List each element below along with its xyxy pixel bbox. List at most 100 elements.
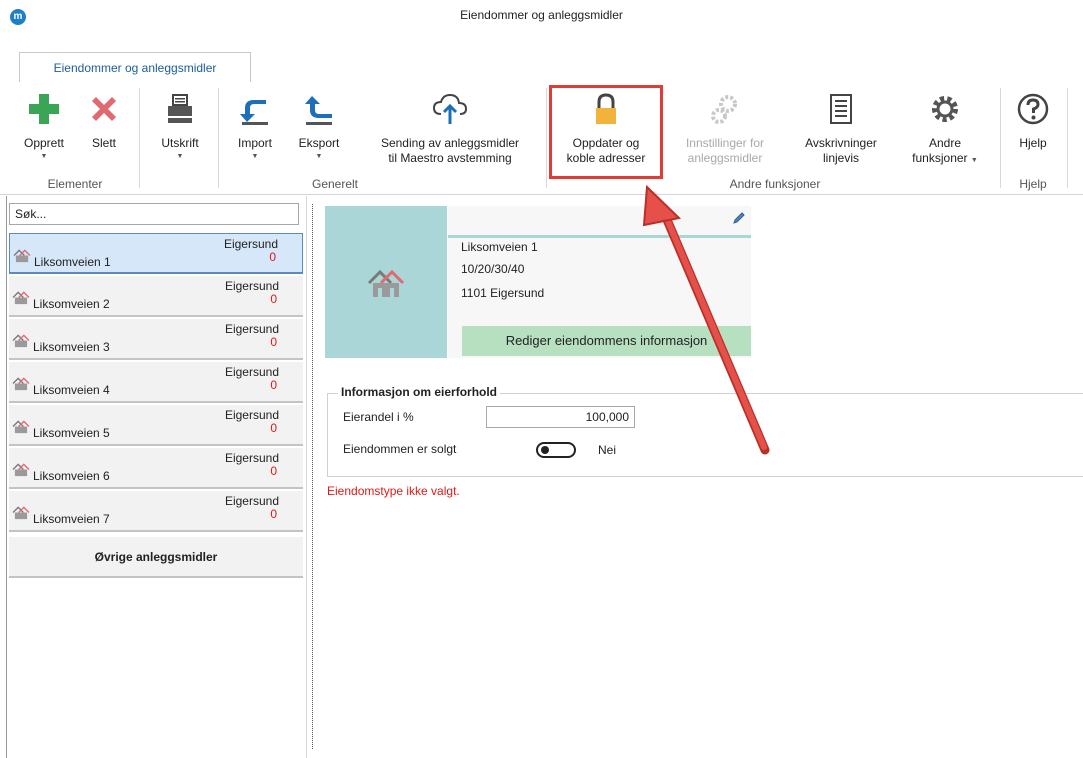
list-item[interactable]: Eigersund 0 Liksomveien 3 <box>9 319 303 360</box>
list-item-count: 0 <box>270 421 277 435</box>
annotation-arrow-icon <box>642 185 770 455</box>
innstillinger-label-line2: anleggsmidler <box>687 151 763 165</box>
sending-label-line2: til Maestro avstemming <box>388 151 512 165</box>
list-item-name: Liksomveien 4 <box>33 383 110 397</box>
slett-button[interactable]: Slett <box>82 92 126 151</box>
opprett-dropdown-arrow: ▼ <box>40 153 48 160</box>
group-hjelp: Hjelp <box>1019 177 1047 191</box>
list-item-count: 0 <box>270 464 277 478</box>
list-item-name: Liksomveien 1 <box>34 255 111 269</box>
tab-eiendommer[interactable]: Eiendommer og anleggsmidler <box>19 52 251 84</box>
list-item-name: Liksomveien 2 <box>33 297 110 311</box>
other-assets-item[interactable]: Øvrige anleggsmidler <box>9 537 303 578</box>
andre-label-line2: funksjoner ▼ <box>898 151 992 168</box>
list-item-count: 0 <box>270 507 277 521</box>
innstillinger-label-line1: Innstillinger for <box>685 136 765 150</box>
plus-icon <box>29 94 59 124</box>
highlight-box <box>549 85 663 179</box>
list-item-name: Liksomveien 7 <box>33 512 110 526</box>
search-input[interactable] <box>9 203 299 225</box>
slett-label: Slett <box>91 136 116 150</box>
house-icon <box>11 333 31 352</box>
list-item-city: Eigersund <box>223 237 278 251</box>
import-arrow-icon <box>240 100 268 125</box>
list-item[interactable]: Eigersund 0 Liksomveien 7 <box>9 491 303 532</box>
address-line3: 1101 Eigersund <box>461 286 545 300</box>
utskrift-button[interactable]: Utskrift ▼ <box>152 92 208 162</box>
delete-x-icon <box>92 97 116 121</box>
andre-label-line2-text: funksjoner <box>912 151 968 165</box>
sold-value: Nei <box>598 443 617 457</box>
avskrivninger-label-line1: Avskrivninger <box>805 136 877 150</box>
ownership-share-input[interactable]: 100,000 <box>486 406 635 428</box>
eksport-label: Eksport <box>298 136 340 150</box>
ribbon-separator <box>139 88 140 188</box>
house-icon <box>11 376 31 395</box>
printer-icon <box>168 94 192 123</box>
list-item[interactable]: Eigersund 0 Liksomveien 4 <box>9 362 303 403</box>
eksport-button[interactable]: Eksport ▼ <box>292 92 346 162</box>
hjelp-label: Hjelp <box>1019 136 1047 150</box>
group-generelt: Generelt <box>311 177 359 191</box>
cloud-upload-icon <box>432 93 468 124</box>
help-question-icon <box>1017 93 1049 125</box>
sold-label: Eiendommen er solgt <box>343 442 457 456</box>
house-icon <box>11 462 31 481</box>
innstillinger-button[interactable]: Innstillinger for anleggsmidler <box>670 92 780 166</box>
toggle-knob <box>541 446 549 454</box>
ribbon-separator <box>1067 88 1068 188</box>
document-lines-icon <box>830 94 852 124</box>
opprett-button[interactable]: Opprett ▼ <box>16 92 72 162</box>
list-item-name: Liksomveien 5 <box>33 426 110 440</box>
house-icon <box>12 248 32 267</box>
ownership-share-label: Eierandel i % <box>343 410 414 424</box>
avskrivninger-label-line2: linjevis <box>822 151 859 165</box>
address-line2: 10/20/30/40 <box>461 262 525 276</box>
andre-label-line1: Andre <box>928 136 962 150</box>
list-item-city: Eigersund <box>224 365 279 379</box>
export-arrow-icon <box>305 96 332 125</box>
utskrift-dropdown-arrow: ▼ <box>176 153 184 160</box>
ribbon-separator <box>1000 88 1001 188</box>
import-label: Import <box>237 136 272 150</box>
sending-button[interactable]: Sending av anleggsmidler til Maestro avs… <box>360 92 540 166</box>
hjelp-button[interactable]: Hjelp <box>1008 92 1058 151</box>
list-item-city: Eigersund <box>224 494 279 508</box>
window-title: Eiendommer og anleggsmidler <box>460 8 623 22</box>
house-icon <box>367 269 405 297</box>
splitter[interactable] <box>312 204 313 749</box>
ribbon-separator <box>218 88 219 188</box>
list-item-city: Eigersund <box>224 451 279 465</box>
list-item[interactable]: Eigersund 0 Liksomveien 2 <box>9 276 303 317</box>
list-item-name: Liksomveien 6 <box>33 469 110 483</box>
ownership-legend: Informasjon om eierforhold <box>338 385 501 399</box>
property-image <box>325 206 447 358</box>
andre-funksjoner-button[interactable]: Andre funksjoner ▼ <box>898 92 992 168</box>
list-item-count: 0 <box>269 250 276 264</box>
list-item-count: 0 <box>270 292 277 306</box>
list-item-name: Liksomveien 3 <box>33 340 110 354</box>
error-message: Eiendomstype ikke valgt. <box>327 484 460 498</box>
list-item[interactable]: Eigersund 0 Liksomveien 6 <box>9 448 303 489</box>
list-item-city: Eigersund <box>224 279 279 293</box>
house-icon <box>11 290 31 309</box>
list-item[interactable]: Eigersund 0 Liksomveien 1 <box>9 233 303 274</box>
house-icon <box>11 419 31 438</box>
group-elementer: Elementer <box>47 177 103 191</box>
eksport-dropdown-arrow: ▼ <box>315 153 323 160</box>
sold-toggle[interactable] <box>536 442 576 458</box>
import-dropdown-arrow: ▼ <box>251 153 259 160</box>
sending-label-line1: Sending av anleggsmidler <box>380 136 520 150</box>
list-item[interactable]: Eigersund 0 Liksomveien 5 <box>9 405 303 446</box>
list-item-count: 0 <box>270 335 277 349</box>
utskrift-label: Utskrift <box>161 136 199 150</box>
address-line1: Liksomveien 1 <box>461 240 538 254</box>
list-item-city: Eigersund <box>224 322 279 336</box>
gear-icon <box>932 96 958 122</box>
list-item-city: Eigersund <box>224 408 279 422</box>
import-button[interactable]: Import ▼ <box>228 92 282 162</box>
gears-icon <box>711 95 737 124</box>
list-item-count: 0 <box>270 378 277 392</box>
avskrivninger-button[interactable]: Avskrivninger linjevis <box>788 92 894 166</box>
ribbon-separator <box>546 88 547 188</box>
